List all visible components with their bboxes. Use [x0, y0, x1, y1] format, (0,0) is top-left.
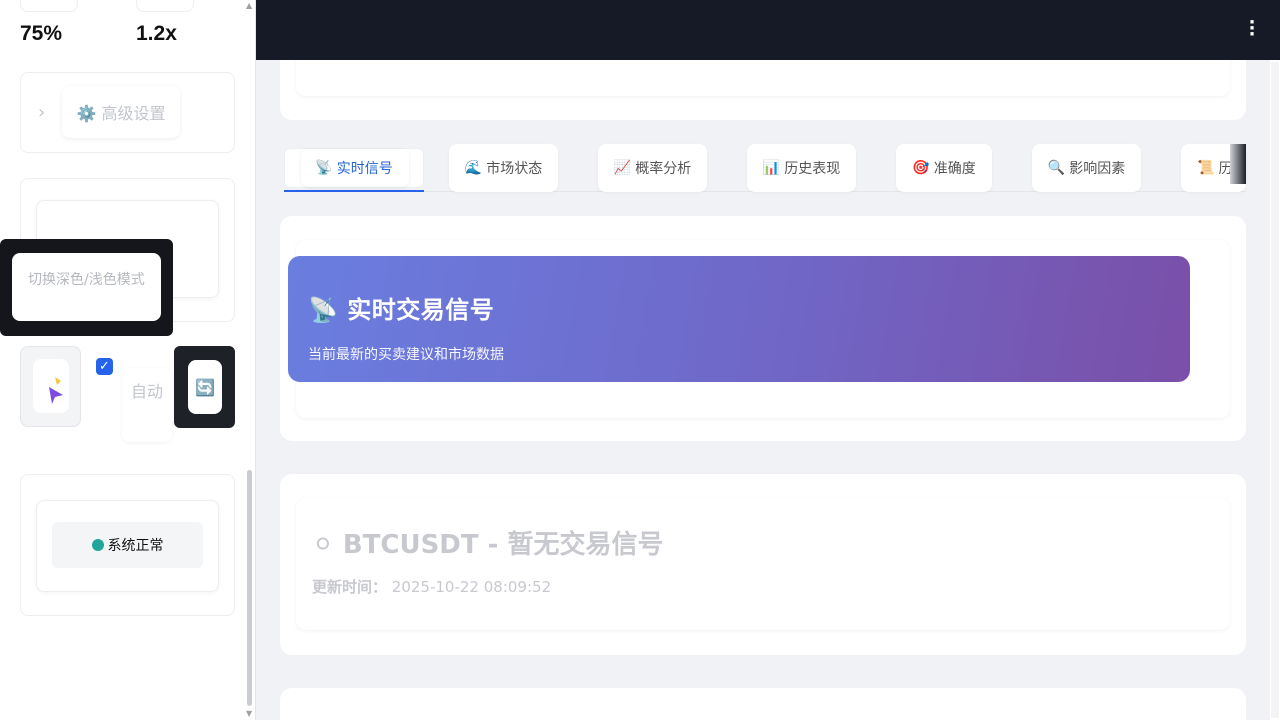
- tab-active-indicator: [284, 190, 424, 192]
- tab-bar: 📡 实时信号 🌊 市场状态 📈 概率分析 📊 历史表现 🎯 准确度 🔍 影响因素…: [284, 144, 1246, 192]
- tab-label: 历史表现: [784, 161, 841, 177]
- tab-label: 市场状态: [486, 161, 543, 177]
- no-signal-inner-card: ⚪ BTCUSDT - 暂无交易信号 更新时间： 2025-10-22 08:0…: [296, 498, 1230, 630]
- update-time-value: 2025-10-22 08:09:52: [391, 578, 552, 596]
- app-header: · · ·: [256, 0, 1280, 60]
- status-label: 系统正常: [107, 538, 164, 554]
- scroll-up-icon[interactable]: ▲: [246, 0, 252, 12]
- tab-label: 实时信号: [336, 161, 393, 177]
- top-card-inner: [296, 60, 1230, 96]
- tab-accuracy[interactable]: 🎯 准确度: [896, 144, 992, 192]
- more-menu-icon[interactable]: · · ·: [1248, 14, 1256, 44]
- target-icon: 🎯: [912, 160, 930, 176]
- top-card: [280, 60, 1246, 120]
- chart-up-icon: 📈: [613, 160, 632, 176]
- metric-card: [20, 0, 78, 12]
- main-scrollbar[interactable]: [1271, 62, 1279, 718]
- cursor-pointer-icon: [49, 377, 63, 404]
- main-content: 📡 实时信号 🌊 市场状态 📈 概率分析 📊 历史表现 🎯 准确度 🔍 影响因素…: [256, 60, 1270, 720]
- tab-influence-factors[interactable]: 🔍 影响因素: [1032, 144, 1141, 192]
- tooltip-text: 切换深色/浅色模式: [12, 253, 161, 321]
- theme-toggle-card[interactable]: [20, 346, 81, 427]
- satellite-icon: 📡: [315, 160, 333, 176]
- status-dot-icon: [91, 539, 104, 551]
- refresh-button-frame: 🔄: [174, 346, 235, 428]
- update-time-label: 更新时间：: [312, 578, 388, 596]
- tab-scroll-fade: [1230, 144, 1246, 184]
- magnifier-icon: 🔍: [1047, 160, 1066, 176]
- refresh-icon: 🔄: [195, 377, 215, 397]
- tab-label: 概率分析: [635, 161, 692, 177]
- sidebar-scrollbar[interactable]: [247, 470, 252, 706]
- tab-label: 准确度: [933, 161, 976, 177]
- metric-card: [136, 0, 194, 12]
- advanced-settings-label: ⚙️ 高级设置: [76, 104, 166, 123]
- banner-subtitle: 当前最新的买卖建议和市场数据: [308, 347, 504, 363]
- tab-history-performance[interactable]: 📊 历史表现: [747, 144, 856, 192]
- tab-probability-analysis[interactable]: 📈 概率分析: [598, 144, 707, 192]
- wave-icon: 🌊: [464, 160, 483, 176]
- tab-market-state[interactable]: 🌊 市场状态: [449, 144, 558, 192]
- refresh-button[interactable]: 🔄: [188, 360, 222, 414]
- metric-value: 75%: [20, 22, 63, 45]
- tooltip: 切换深色/浅色模式: [0, 239, 173, 336]
- metric-value: 1.2x: [136, 22, 177, 45]
- sidebar: 75% 1.2x › ⚙️ 高级设置 ✓ 自动 🔄 系统正常 ▲ ▼: [0, 0, 256, 720]
- scroll-down-icon[interactable]: ▼: [246, 708, 252, 720]
- bar-chart-icon: 📊: [762, 160, 781, 176]
- theme-toggle-button[interactable]: [33, 359, 69, 413]
- bottom-card: [280, 688, 1246, 720]
- banner-title: 📡 实时交易信号: [308, 296, 495, 324]
- chevron-right-icon[interactable]: ›: [38, 102, 45, 123]
- no-signal-card: ⚪ BTCUSDT - 暂无交易信号 更新时间： 2025-10-22 08:0…: [280, 474, 1246, 655]
- no-signal-title: ⚪ BTCUSDT - 暂无交易信号: [312, 530, 664, 560]
- auto-refresh-checkbox[interactable]: ✓: [96, 358, 113, 375]
- tab-label: 影响因素: [1069, 161, 1126, 177]
- tab-realtime-signal[interactable]: 📡 实时信号: [300, 148, 408, 188]
- auto-refresh-label: 自动: [122, 368, 172, 442]
- update-time: 更新时间： 2025-10-22 08:09:52: [312, 576, 551, 597]
- advanced-settings-button[interactable]: ⚙️ 高级设置: [62, 86, 180, 138]
- signal-banner: 📡 实时交易信号 当前最新的买卖建议和市场数据: [288, 256, 1190, 382]
- scroll-icon: 📜: [1197, 160, 1215, 176]
- status-badge: 系统正常: [52, 522, 203, 568]
